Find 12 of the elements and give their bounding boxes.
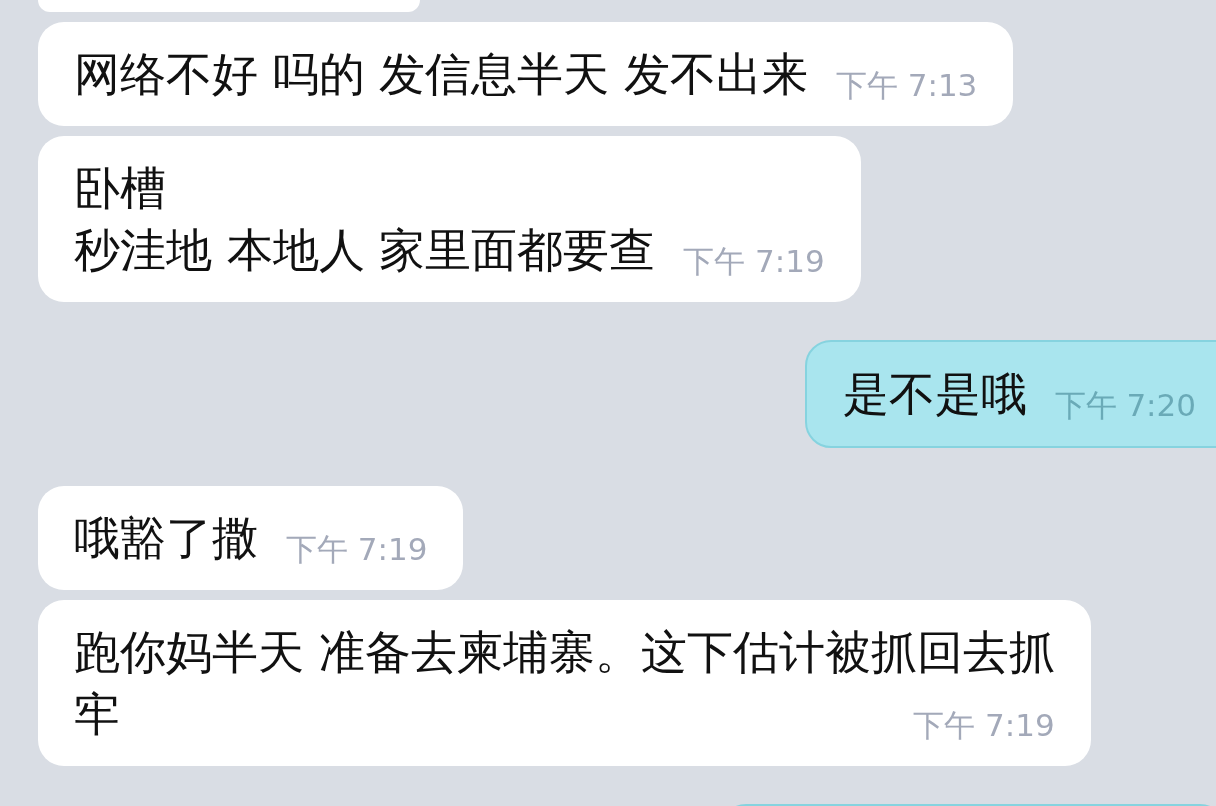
message-time: 下午 7:19 xyxy=(683,242,825,281)
message-text: 牢 xyxy=(74,686,120,743)
message-time: 下午 7:20 xyxy=(1054,386,1196,425)
message-text: 是不是哦 xyxy=(842,366,1027,423)
message-time: 下午 7:19 xyxy=(913,706,1055,745)
message-text: 秒洼地 本地人 家里面都要查 xyxy=(74,222,656,279)
message-time: 下午 7:13 xyxy=(835,66,978,105)
message-text: 网络不好 吗的 发信息半天 发不出来 xyxy=(74,46,808,103)
message-text: 跑你妈半天 准备去柬埔寨。这下估计被抓回去抓 xyxy=(74,624,1055,681)
message-text: 卧槽 xyxy=(74,160,166,217)
message-time: 下午 7:19 xyxy=(286,530,428,569)
message-text: 哦豁了撒 xyxy=(74,510,258,567)
